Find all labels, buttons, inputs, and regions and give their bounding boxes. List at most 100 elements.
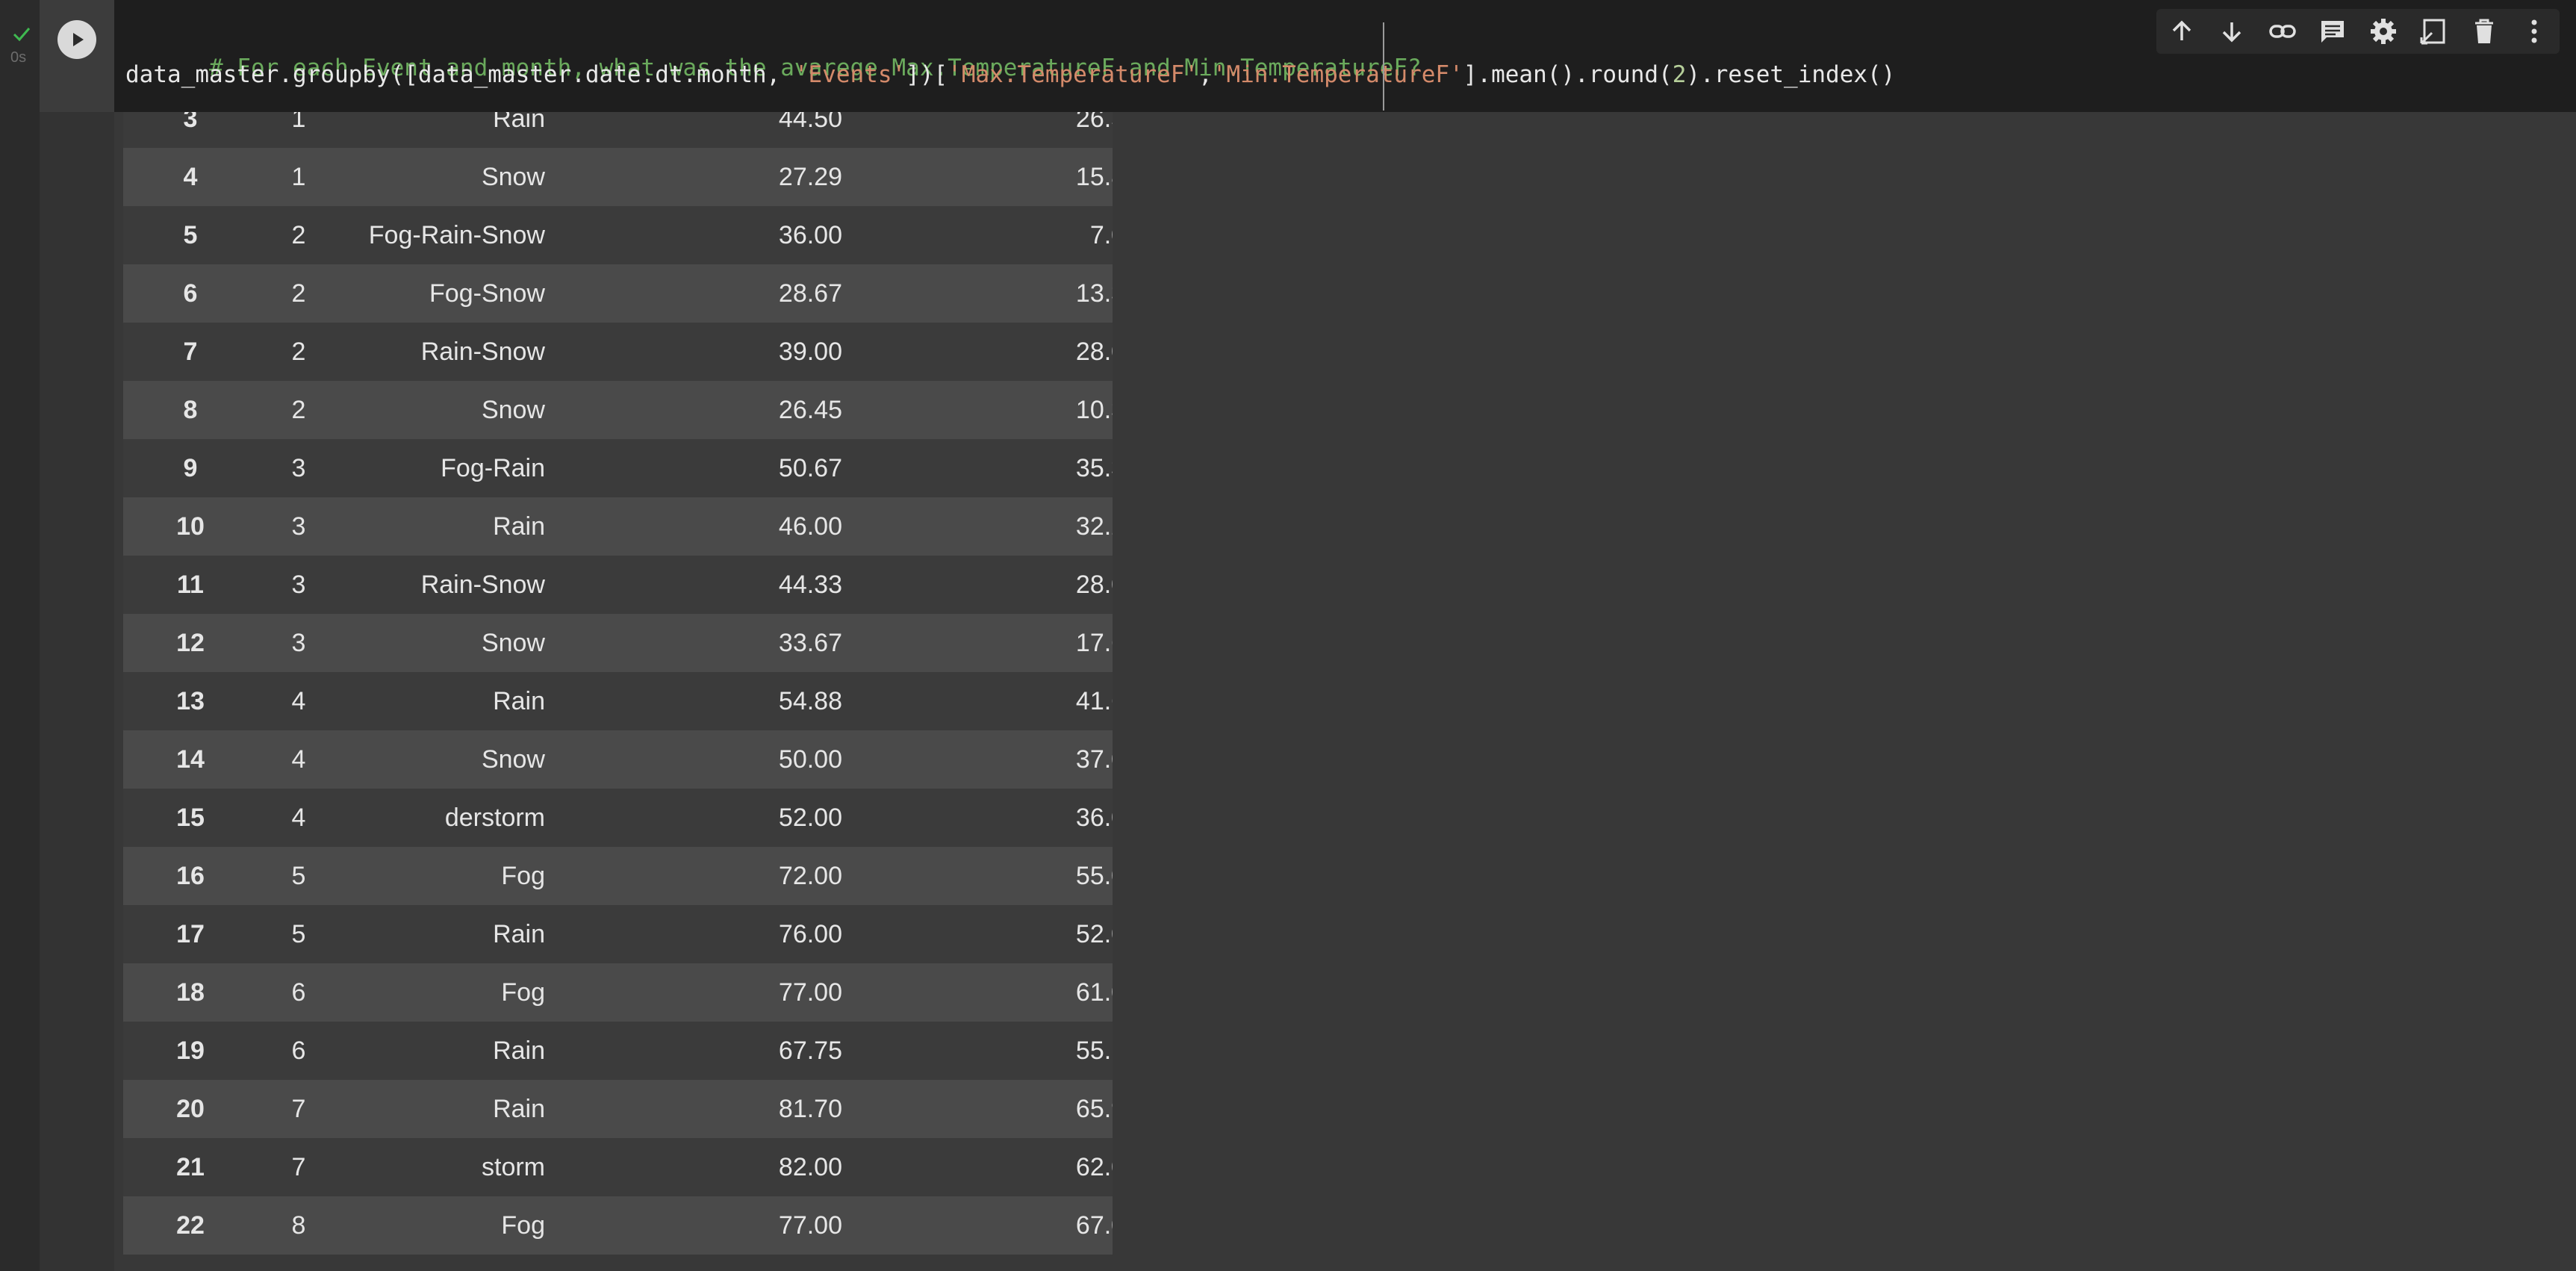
month-cell: 2 [258, 206, 340, 264]
min-temperature-cell: 17.67 [856, 614, 1113, 672]
max-temperature-cell: 77.00 [559, 963, 856, 1022]
table-row: 186Fog77.0061.00 [123, 963, 1113, 1022]
row-index: 17 [123, 905, 258, 963]
mirror-cell-button[interactable] [2412, 10, 2454, 52]
max-temperature-cell: 50.67 [559, 439, 856, 497]
events-cell: Rain [340, 112, 559, 148]
notebook-page: 0s # For each Event and month, what was … [0, 0, 2576, 1271]
min-temperature-cell: 13.33 [856, 264, 1113, 323]
code-token: data_master.groupby([data_master.date.dt… [125, 61, 794, 88]
execution-time: 0s [10, 49, 27, 66]
move-down-button[interactable] [2211, 10, 2253, 52]
table-row: 196Rain67.7555.12 [123, 1022, 1113, 1080]
month-cell: 6 [258, 963, 340, 1022]
month-cell: 1 [258, 112, 340, 148]
table-row: 175Rain76.0052.00 [123, 905, 1113, 963]
max-temperature-cell: 50.00 [559, 730, 856, 789]
row-index: 19 [123, 1022, 258, 1080]
month-cell: 2 [258, 323, 340, 381]
month-cell: 3 [258, 497, 340, 556]
month-cell: 7 [258, 1080, 340, 1138]
min-temperature-cell: 36.00 [856, 789, 1113, 847]
events-cell: derstorm [340, 789, 559, 847]
min-temperature-cell: 67.00 [856, 1196, 1113, 1255]
events-cell: Snow [340, 730, 559, 789]
delete-cell-button[interactable] [2463, 10, 2505, 52]
table-row: 93Fog-Rain50.6735.33 [123, 439, 1113, 497]
comment-button[interactable] [2312, 10, 2353, 52]
run-cell-button[interactable] [57, 20, 96, 59]
code-number: 2 [1672, 61, 1687, 88]
max-temperature-cell: 54.88 [559, 672, 856, 730]
min-temperature-cell: 55.12 [856, 1022, 1113, 1080]
table-row: 134Rain54.8841.62 [123, 672, 1113, 730]
min-temperature-cell: 15.86 [856, 148, 1113, 206]
code-token: ].mean().round( [1463, 61, 1673, 88]
row-index: 7 [123, 323, 258, 381]
events-cell: Snow [340, 381, 559, 439]
max-temperature-cell: 81.70 [559, 1080, 856, 1138]
more-actions-button[interactable] [2513, 10, 2555, 52]
min-temperature-cell: 32.25 [856, 497, 1113, 556]
table-row: 207Rain81.7065.90 [123, 1080, 1113, 1138]
more-vert-icon [2531, 19, 2537, 43]
gear-icon [2370, 19, 2396, 44]
mirror-cell-icon [2420, 19, 2445, 45]
table-row: 123Snow33.6717.67 [123, 614, 1113, 672]
row-index: 6 [123, 264, 258, 323]
cell-gutter: 0s [0, 0, 40, 1271]
row-index: 14 [123, 730, 258, 789]
table-row: 113Rain-Snow44.3328.00 [123, 556, 1113, 614]
max-temperature-cell: 82.00 [559, 1138, 856, 1196]
row-index: 16 [123, 847, 258, 905]
link-icon [2269, 25, 2296, 38]
events-cell: Snow [340, 148, 559, 206]
move-up-button[interactable] [2161, 10, 2203, 52]
row-index: 20 [123, 1080, 258, 1138]
table-row: 72Rain-Snow39.0028.00 [123, 323, 1113, 381]
max-temperature-cell: 52.00 [559, 789, 856, 847]
table-row: 217storm82.0062.00 [123, 1138, 1113, 1196]
month-cell: 2 [258, 264, 340, 323]
events-cell: Fog [340, 963, 559, 1022]
max-temperature-cell: 26.45 [559, 381, 856, 439]
events-cell: Rain-Snow [340, 323, 559, 381]
row-index: 5 [123, 206, 258, 264]
max-temperature-cell: 77.00 [559, 1196, 856, 1255]
play-icon [73, 33, 84, 46]
row-index: 18 [123, 963, 258, 1022]
events-cell: Rain [340, 905, 559, 963]
settings-button[interactable] [2362, 10, 2404, 52]
min-temperature-cell: 41.62 [856, 672, 1113, 730]
month-cell: 3 [258, 556, 340, 614]
row-index: 9 [123, 439, 258, 497]
code-line-2: data_master.groupby([data_master.date.dt… [125, 60, 1895, 90]
min-temperature-cell: 28.00 [856, 556, 1113, 614]
arrow-up-icon [2172, 20, 2191, 40]
row-index: 3 [123, 112, 258, 148]
month-cell: 4 [258, 730, 340, 789]
table-row: 154derstorm52.0036.00 [123, 789, 1113, 847]
min-temperature-cell: 28.00 [856, 323, 1113, 381]
min-temperature-cell: 62.00 [856, 1138, 1113, 1196]
table-row: 165Fog72.0055.00 [123, 847, 1113, 905]
row-index: 21 [123, 1138, 258, 1196]
row-index: 10 [123, 497, 258, 556]
row-index: 4 [123, 148, 258, 206]
min-temperature-cell: 61.00 [856, 963, 1113, 1022]
max-temperature-cell: 72.00 [559, 847, 856, 905]
events-cell: Snow [340, 614, 559, 672]
comment-icon [2321, 21, 2345, 43]
max-temperature-cell: 28.67 [559, 264, 856, 323]
month-cell: 8 [258, 1196, 340, 1255]
max-temperature-cell: 76.00 [559, 905, 856, 963]
max-temperature-cell: 67.75 [559, 1022, 856, 1080]
table-row: 62Fog-Snow28.6713.33 [123, 264, 1113, 323]
link-button[interactable] [2262, 10, 2303, 52]
code-token: , [1198, 61, 1213, 88]
code-string: 'Events' [794, 61, 906, 88]
arrow-down-icon [2223, 22, 2241, 43]
month-cell: 2 [258, 381, 340, 439]
table-row: 228Fog77.0067.00 [123, 1196, 1113, 1255]
cell-output: 31Rain44.5026.5041Snow27.2915.8652Fog-Ra… [123, 112, 1113, 1271]
